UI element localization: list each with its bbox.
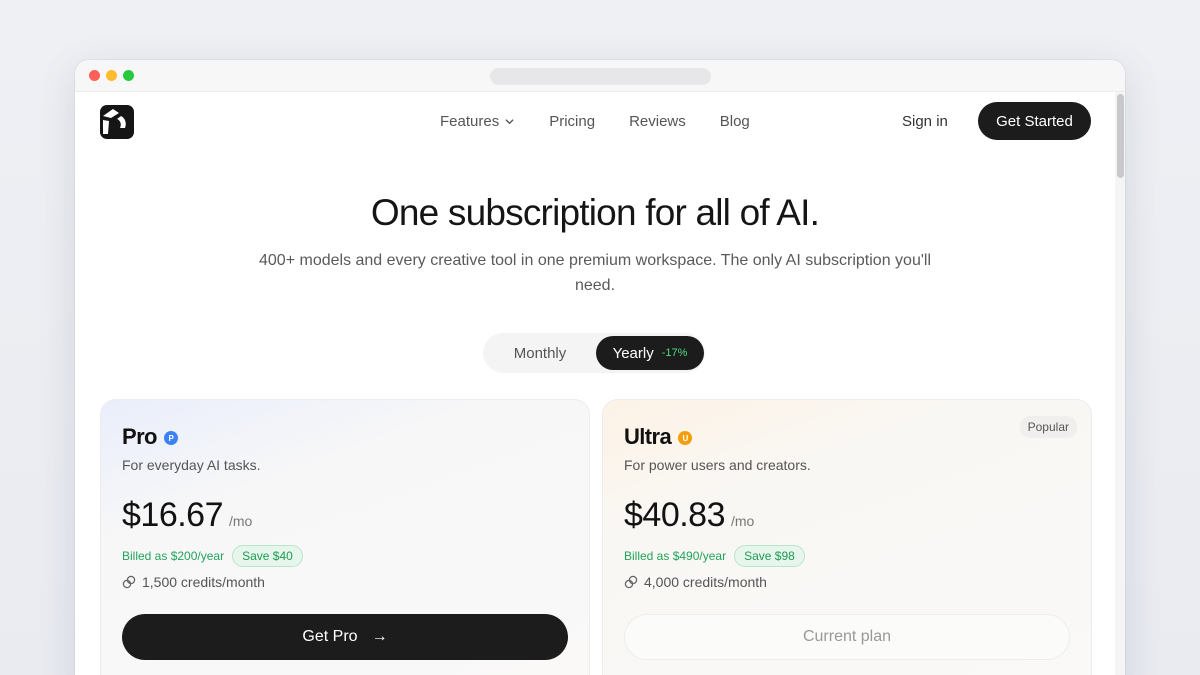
get-pro-button[interactable]: Get Pro → <box>122 614 568 660</box>
arrow-right-icon: → <box>371 628 388 645</box>
nav-pricing[interactable]: Pricing <box>549 113 595 130</box>
nav-blog[interactable]: Blog <box>720 113 750 130</box>
close-window-button[interactable] <box>89 70 100 81</box>
pro-save-badge: Save $40 <box>232 545 303 567</box>
pro-badge-icon: P <box>163 431 178 445</box>
pro-price-unit: /mo <box>229 513 253 529</box>
current-plan-button[interactable]: Current plan <box>624 614 1070 660</box>
top-navigation: Features Pricing Reviews Blog Sign in Ge… <box>75 92 1115 154</box>
ultra-credits-text: 4,000 credits/month <box>644 574 767 590</box>
toggle-yearly-label: Yearly <box>612 344 654 362</box>
ultra-price-amount: $40.83 <box>624 496 726 534</box>
nav-features-label: Features <box>440 113 500 130</box>
billing-toggle: Monthly Yearly -17% <box>483 333 705 373</box>
credits-icon <box>624 575 638 589</box>
pro-billed-text: Billed as $200/year <box>122 549 225 563</box>
nav-links: Features Pricing Reviews Blog <box>440 113 750 130</box>
pro-plan-name: Pro <box>122 424 157 449</box>
toggle-monthly[interactable]: Monthly <box>483 333 597 373</box>
hero-title: One subscription for all of AI. <box>370 192 820 233</box>
ultra-billing-info: Billed as $490/year Save $98 <box>624 545 805 567</box>
pro-plan-card: Pro P For everyday AI tasks. $16.67 /mo … <box>100 399 590 675</box>
ultra-plan-description: For power users and creators. <box>624 457 811 473</box>
pro-credits-text: 1,500 credits/month <box>142 574 265 590</box>
maximize-window-button[interactable] <box>123 70 134 81</box>
ultra-badge-icon: U <box>678 431 693 445</box>
credits-icon <box>122 575 136 589</box>
pro-price-amount: $16.67 <box>122 496 224 534</box>
sign-in-link[interactable]: Sign in <box>902 113 948 130</box>
ultra-plan-name: Ultra <box>624 424 672 449</box>
scrollbar-track[interactable] <box>1115 92 1125 675</box>
ultra-price: $40.83 /mo <box>624 496 754 535</box>
brand-logo-icon[interactable] <box>99 104 135 140</box>
ultra-save-badge: Save $98 <box>734 545 805 567</box>
ultra-plan-card: Popular Ultra U For power users and crea… <box>602 399 1092 675</box>
address-bar[interactable] <box>490 68 711 85</box>
hero-subtitle: 400+ models and every creative tool in o… <box>259 252 931 294</box>
get-pro-label: Get Pro <box>302 628 358 645</box>
minimize-window-button[interactable] <box>106 70 117 81</box>
nav-features[interactable]: Features <box>440 113 515 130</box>
get-started-button[interactable]: Get Started <box>978 102 1091 140</box>
ultra-credits: 4,000 credits/month <box>624 574 767 590</box>
ultra-billed-text: Billed as $490/year <box>624 549 727 563</box>
pro-billing-info: Billed as $200/year Save $40 <box>122 545 303 567</box>
ultra-price-unit: /mo <box>731 513 755 529</box>
pro-price: $16.67 /mo <box>122 496 252 535</box>
yearly-discount-badge: -17% <box>661 347 688 359</box>
toggle-yearly[interactable]: Yearly -17% <box>596 336 704 370</box>
pro-credits: 1,500 credits/month <box>122 574 265 590</box>
chevron-down-icon <box>505 119 514 125</box>
browser-chrome <box>75 60 1125 92</box>
ultra-plan-title: Ultra U <box>624 424 693 450</box>
browser-window: Features Pricing Reviews Blog Sign in Ge… <box>75 60 1125 675</box>
pro-plan-description: For everyday AI tasks. <box>122 457 261 473</box>
pro-plan-title: Pro P <box>122 424 178 450</box>
nav-reviews[interactable]: Reviews <box>629 113 686 130</box>
popular-badge: Popular <box>1019 416 1077 438</box>
scrollbar-thumb[interactable] <box>1117 94 1124 178</box>
